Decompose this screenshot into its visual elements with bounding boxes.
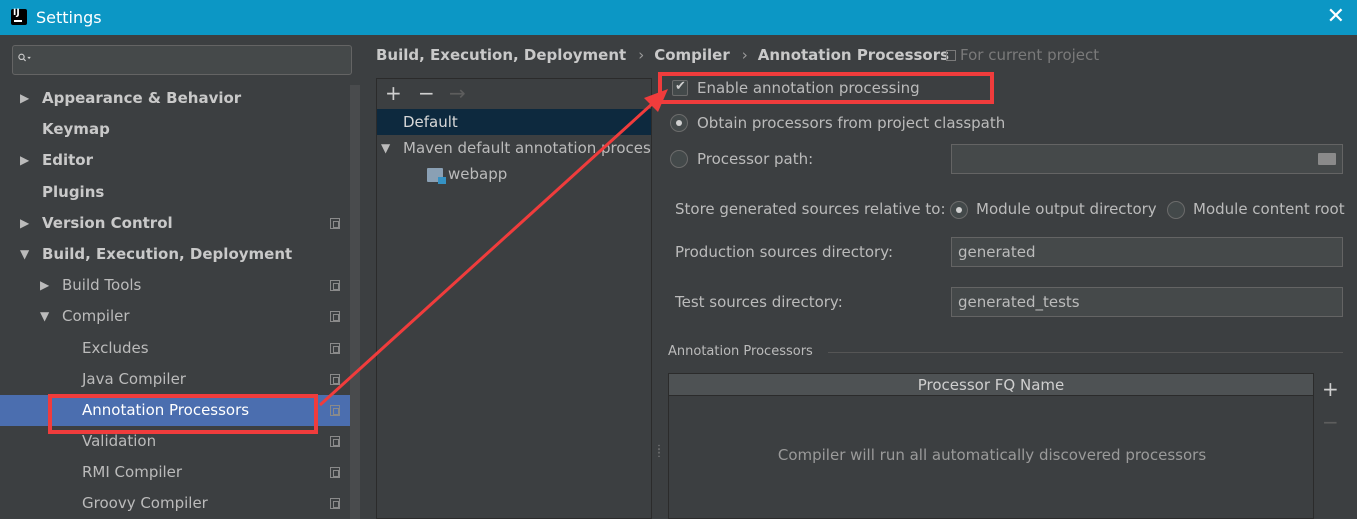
annotation-arrow — [318, 89, 668, 407]
